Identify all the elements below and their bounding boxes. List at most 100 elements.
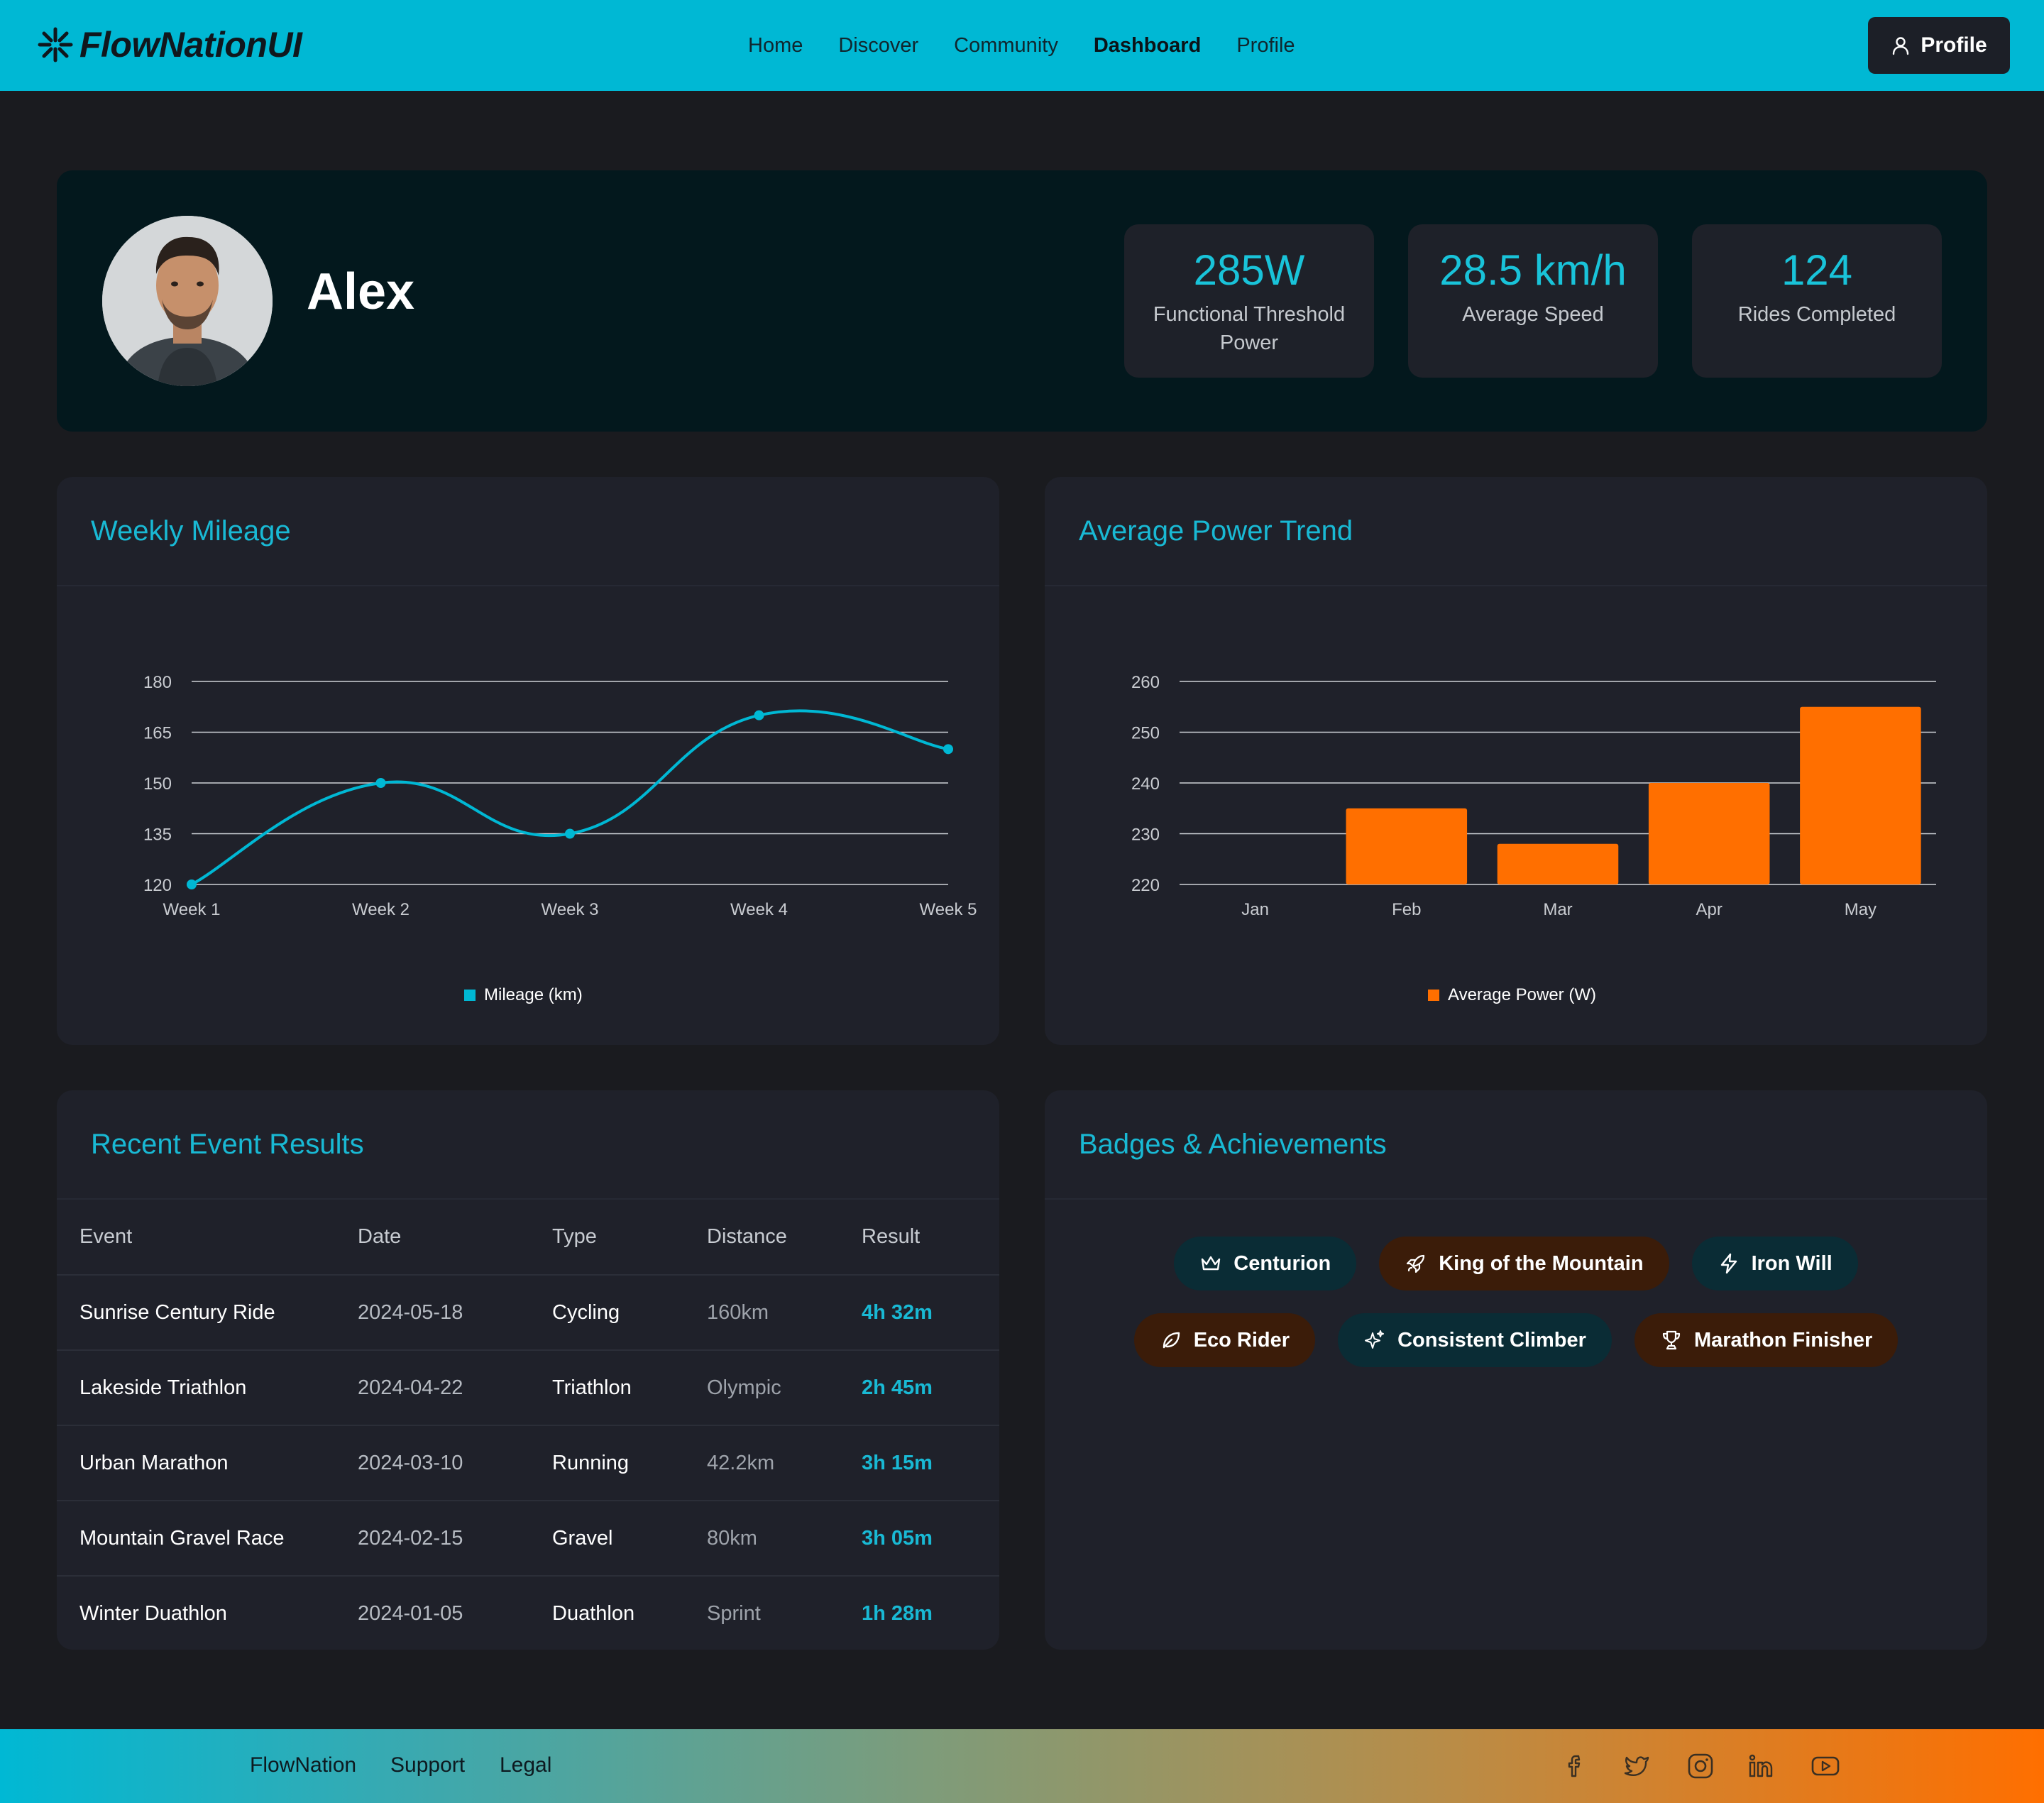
user-name: Alex [307,263,415,320]
leaf-icon [1163,1332,1180,1349]
event-result: 1h 28m [862,1575,999,1650]
badge-label: Consistent Climber [1397,1328,1586,1352]
legend-label[interactable]: Average Power (W) [1448,985,1596,1004]
event-distance: 42.2km [707,1425,862,1501]
facebook-link[interactable] [1560,1750,1591,1782]
event-name: Winter Duathlon [57,1575,358,1650]
stat-label: Average Speed [1462,303,1604,326]
youtube-link[interactable] [1810,1750,1841,1782]
lightning-icon [1720,1253,1737,1274]
event-distance: 80km [707,1500,862,1576]
y-tick-label: 180 [143,673,172,692]
sparkles-icon [1365,1330,1385,1349]
column-header: Date [358,1225,402,1248]
table-row[interactable]: Mountain Gravel Race 2024-02-15 Gravel 8… [57,1500,999,1576]
y-tick-label: 260 [1131,673,1160,692]
recent-events-card: Recent Event Results Event Date Type Dis… [57,1090,999,1650]
y-tick-label: 240 [1131,774,1160,794]
event-type: Gravel [552,1500,707,1576]
event-date: 2024-02-15 [358,1500,552,1576]
y-tick-label: 120 [143,876,172,895]
top-nav-bar: FlowNationUI Home Discover Community Das… [0,0,2044,91]
footer-link-support[interactable]: Support [390,1753,465,1777]
legend-label[interactable]: Mileage (km) [484,985,583,1004]
badge-label: Centurion [1233,1251,1331,1275]
card-title: Average Power Trend [1045,477,1987,586]
event-name: Sunrise Century Ride [57,1274,358,1350]
event-result: 2h 45m [862,1349,999,1425]
weekly-mileage-card: Weekly Mileage 180 165 150 135 120 Week … [57,477,999,1045]
nav-home[interactable]: Home [748,34,803,57]
footer-link-legal[interactable]: Legal [500,1753,551,1777]
nav-community[interactable]: Community [954,34,1058,57]
event-type: Duathlon [552,1575,707,1650]
profile-summary-card: Alex 285W Functional Threshold Power 28.… [57,170,1987,432]
column-header: Result [862,1225,921,1248]
badge-label: King of the Mountain [1439,1251,1644,1275]
twitter-icon [1624,1756,1649,1777]
nav-discover[interactable]: Discover [838,34,918,57]
avatar [102,216,273,386]
footer-link-flownation[interactable]: FlowNation [250,1753,356,1777]
badge-iron-will[interactable]: Iron Will [1691,1237,1858,1290]
facebook-icon [1568,1755,1581,1777]
badge-consistent-climber[interactable]: Consistent Climber [1338,1313,1612,1367]
events-table: Event Date Type Distance Result Sunrise … [57,1200,999,1650]
twitter-link[interactable] [1621,1750,1652,1782]
average-power-card: Average Power Trend 260 250 240 230 220 … [1045,477,1987,1045]
x-tick-label: Week 3 [542,900,599,919]
power-bar [1800,706,1921,884]
event-result: 4h 32m [862,1274,999,1350]
profile-button-label: Profile [1921,33,1987,57]
x-tick-label: Jan [1241,900,1269,919]
footer: FlowNation Support Legal [0,1729,2044,1803]
badge-marathon-finisher[interactable]: Marathon Finisher [1634,1313,1899,1367]
x-tick-label: Week 5 [920,900,977,919]
stat-value: 124 [1781,246,1853,294]
table-row[interactable]: Urban Marathon 2024-03-10 Running 42.2km… [57,1425,999,1501]
linkedin-icon [1749,1754,1773,1777]
rocket-icon [1407,1254,1425,1273]
mileage-point [375,778,386,788]
y-tick-label: 150 [143,774,172,794]
user-icon [1893,37,1909,55]
profile-button[interactable]: Profile [1868,17,2010,74]
badge-list: Centurion King of the Mountain Iron Will… [1045,1201,1987,1390]
main-nav: Home Discover Community Dashboard Profil… [748,0,1331,91]
badges-card: Badges & Achievements Centurion King of … [1045,1090,1987,1650]
event-date: 2024-05-18 [358,1274,552,1350]
card-title: Recent Event Results [57,1090,999,1200]
power-bar [1648,783,1770,884]
instagram-link[interactable] [1685,1750,1716,1782]
legend-swatch [1428,990,1439,1001]
badge-king-of-the-mountain[interactable]: King of the Mountain [1379,1237,1669,1290]
table-row[interactable]: Sunrise Century Ride 2024-05-18 Cycling … [57,1274,999,1350]
mileage-point [187,879,197,889]
nav-profile[interactable]: Profile [1236,34,1295,57]
stat-value: 285W [1193,246,1305,294]
nav-dashboard[interactable]: Dashboard [1094,34,1201,57]
mileage-point [943,744,953,755]
badge-eco-rider[interactable]: Eco Rider [1133,1313,1316,1367]
event-distance: 160km [707,1274,862,1350]
brand-name: FlowNationUI [79,25,302,65]
stat-label: Functional Threshold Power [1153,303,1346,354]
event-type: Cycling [552,1274,707,1350]
brand-logo[interactable]: FlowNationUI [37,21,302,68]
badge-label: Iron Will [1751,1251,1833,1275]
card-title: Badges & Achievements [1045,1090,1987,1200]
badge-label: Eco Rider [1193,1328,1290,1352]
stat-card-rides: 124 Rides Completed [1692,224,1942,378]
table-header-row: Event Date Type Distance Result [57,1200,999,1275]
mileage-line [191,709,949,886]
y-tick-label: 135 [143,826,172,845]
badge-centurion[interactable]: Centurion [1174,1237,1357,1290]
x-tick-label: Week 2 [352,900,410,919]
table-row[interactable]: Lakeside Triathlon 2024-04-22 Triathlon … [57,1349,999,1425]
stat-card-ftp: 285W Functional Threshold Power [1124,224,1374,378]
badge-label: Marathon Finisher [1693,1328,1873,1352]
asterisk-logo-icon [38,27,73,62]
instagram-icon [1688,1753,1713,1779]
table-row[interactable]: Winter Duathlon 2024-01-05 Duathlon Spri… [57,1575,999,1650]
linkedin-link[interactable] [1746,1750,1777,1782]
